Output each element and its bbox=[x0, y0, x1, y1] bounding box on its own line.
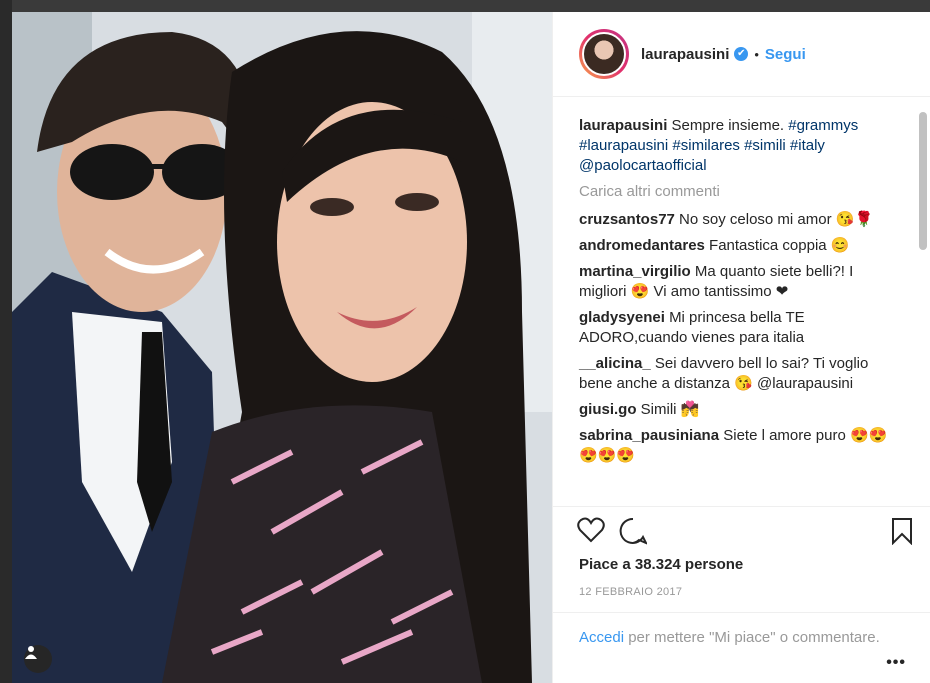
post-modal: laurapausini ✔ • Segui laurapausini Semp… bbox=[12, 12, 930, 683]
comment-item: gladysyenei Mi princesa bella TE ADORO,c… bbox=[579, 308, 903, 348]
comment-item: sabrina_pausiniana Siete l amore puro 😍😍… bbox=[579, 426, 903, 466]
comment-username[interactable]: martina_virgilio bbox=[579, 263, 691, 280]
action-bar bbox=[553, 506, 930, 550]
comment-icon[interactable] bbox=[619, 517, 647, 545]
load-more-comments[interactable]: Carica altri commenti bbox=[579, 182, 903, 202]
header-username[interactable]: laurapausini bbox=[641, 46, 729, 63]
verified-badge-icon: ✔ bbox=[734, 47, 749, 61]
post-side-panel: laurapausini ✔ • Segui laurapausini Semp… bbox=[552, 12, 930, 683]
comment-text: Simili 💏 bbox=[640, 401, 700, 418]
comment-item: cruzsantos77 No soy celoso mi amor 😘🌹 bbox=[579, 210, 903, 230]
comment-item: andromedantares Fantastica coppia 😊 bbox=[579, 236, 903, 256]
post-header: laurapausini ✔ • Segui bbox=[553, 12, 930, 97]
header-separator: • bbox=[754, 46, 759, 62]
caption-text: Sempre insieme. bbox=[671, 117, 785, 134]
comment-item: giusi.go Simili 💏 bbox=[579, 400, 903, 420]
login-link[interactable]: Accedi bbox=[579, 629, 624, 646]
comment-username[interactable]: gladysyenei bbox=[579, 309, 665, 326]
follow-button[interactable]: Segui bbox=[765, 46, 806, 63]
comment-username[interactable]: cruzsantos77 bbox=[579, 211, 675, 228]
heart-icon[interactable] bbox=[577, 517, 605, 543]
page-backdrop bbox=[0, 0, 12, 683]
comment-item: __alicina_ Sei davvero bell lo sai? Ti v… bbox=[579, 354, 903, 394]
comment-username[interactable]: sabrina_pausiniana bbox=[579, 427, 719, 444]
login-prompt: Accedi per mettere "Mi piace" o commenta… bbox=[553, 612, 930, 683]
comment-username[interactable]: __alicina_ bbox=[579, 355, 651, 372]
comment-username[interactable]: giusi.go bbox=[579, 401, 637, 418]
person-tag-button[interactable] bbox=[24, 645, 52, 673]
post-date: 12 FEBBRAIO 2017 bbox=[579, 586, 683, 598]
more-options-button[interactable]: ••• bbox=[886, 654, 906, 672]
bookmark-icon[interactable] bbox=[891, 517, 913, 545]
comment-item: martina_virgilio Ma quanto siete belli?!… bbox=[579, 262, 903, 302]
login-prompt-text: per mettere "Mi piace" o commentare. bbox=[624, 629, 880, 646]
caption-username[interactable]: laurapausini bbox=[579, 117, 667, 134]
post-photo[interactable] bbox=[12, 12, 552, 683]
comment-text: No soy celoso mi amor 😘🌹 bbox=[679, 211, 874, 228]
caption: laurapausini Sempre insieme. #grammys #l… bbox=[579, 116, 903, 176]
comments-scrollbar[interactable] bbox=[919, 112, 927, 250]
person-tag-icon bbox=[25, 646, 37, 659]
photo-illustration bbox=[12, 12, 552, 683]
comment-username[interactable]: andromedantares bbox=[579, 237, 705, 254]
avatar-image bbox=[582, 32, 626, 76]
likes-count[interactable]: Piace a 38.324 persone bbox=[579, 556, 743, 573]
comments-list[interactable]: laurapausini Sempre insieme. #grammys #l… bbox=[553, 98, 930, 506]
comment-text: Fantastica coppia 😊 bbox=[709, 237, 850, 254]
profile-avatar[interactable] bbox=[579, 29, 629, 79]
